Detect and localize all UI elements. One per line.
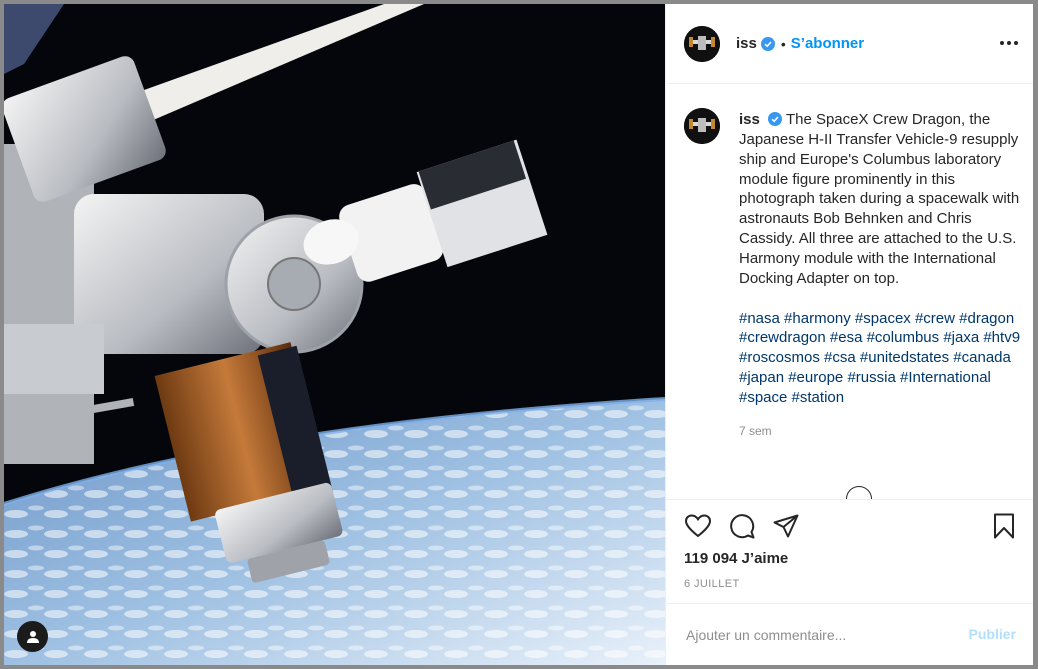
comment-form: Publier [666,603,1033,665]
username[interactable]: iss [736,35,757,52]
hashtag[interactable]: #harmony [784,310,851,327]
hashtag[interactable]: #unitedstates [860,349,949,366]
caption-text-block: iss The SpaceX Crew Dragon, the Japanese… [739,110,1024,442]
hashtag[interactable]: #esa [830,329,863,346]
separator-dot: • [780,35,786,52]
caption-timestamp[interactable]: 7 sem [739,422,1024,442]
post-date[interactable]: 6 JUILLET [684,578,740,590]
avatar[interactable] [684,25,720,62]
post-image[interactable] [4,4,665,665]
hashtag[interactable]: #space [739,389,787,406]
hashtag[interactable]: #japan [739,369,784,386]
verified-badge-icon [760,36,775,51]
publish-button[interactable]: Publier [969,626,1016,642]
bookmark-icon[interactable] [990,512,1018,540]
hashtag[interactable]: #columbus [867,329,940,346]
hashtag[interactable]: #crew [915,310,955,327]
more-options-icon[interactable] [998,34,1020,52]
hashtag[interactable]: #europe [788,369,843,386]
hashtag[interactable]: #crewdragon [739,329,826,346]
hashtag[interactable]: #station [792,389,845,406]
load-more-icon[interactable] [846,486,872,499]
hashtag[interactable]: #dragon [959,310,1014,327]
hashtag[interactable]: #russia [847,369,895,386]
hashtag[interactable]: #jaxa [943,329,979,346]
caption-area[interactable]: iss The SpaceX Crew Dragon, the Japanese… [666,84,1033,499]
hashtag[interactable]: #spacex [855,310,911,327]
post-side-panel: iss • S’abonner iss The SpaceX Crew Drag… [665,4,1033,665]
follow-button[interactable]: S’abonner [791,35,864,52]
caption-username[interactable]: iss [739,111,760,128]
hashtag-list: #nasa #harmony #spacex #crew #dragon #cr… [739,309,1024,408]
caption-avatar[interactable] [684,108,720,144]
comment-input[interactable] [686,624,936,646]
iss-photo [4,4,665,665]
hashtag[interactable]: #nasa [739,310,780,327]
share-icon[interactable] [772,512,800,540]
hashtag[interactable]: #roscosmos [739,349,820,366]
hashtag[interactable]: #htv9 [983,329,1020,346]
verified-badge-icon [768,112,783,126]
caption-text: The SpaceX Crew Dragon, the Japanese H-I… [739,111,1020,287]
post-header: iss • S’abonner [666,4,1033,84]
user-tag-icon[interactable] [17,621,48,652]
hashtag[interactable]: #International [900,369,991,386]
post-actions: 119 094 J’aime 6 JUILLET [666,499,1033,604]
heart-icon[interactable] [684,512,712,540]
post-dialog: iss • S’abonner iss The SpaceX Crew Drag… [4,4,1033,665]
comment-icon[interactable] [728,512,756,540]
hashtag[interactable]: #canada [953,349,1011,366]
hashtag[interactable]: #csa [824,349,856,366]
like-count[interactable]: 119 094 J’aime [684,550,788,567]
